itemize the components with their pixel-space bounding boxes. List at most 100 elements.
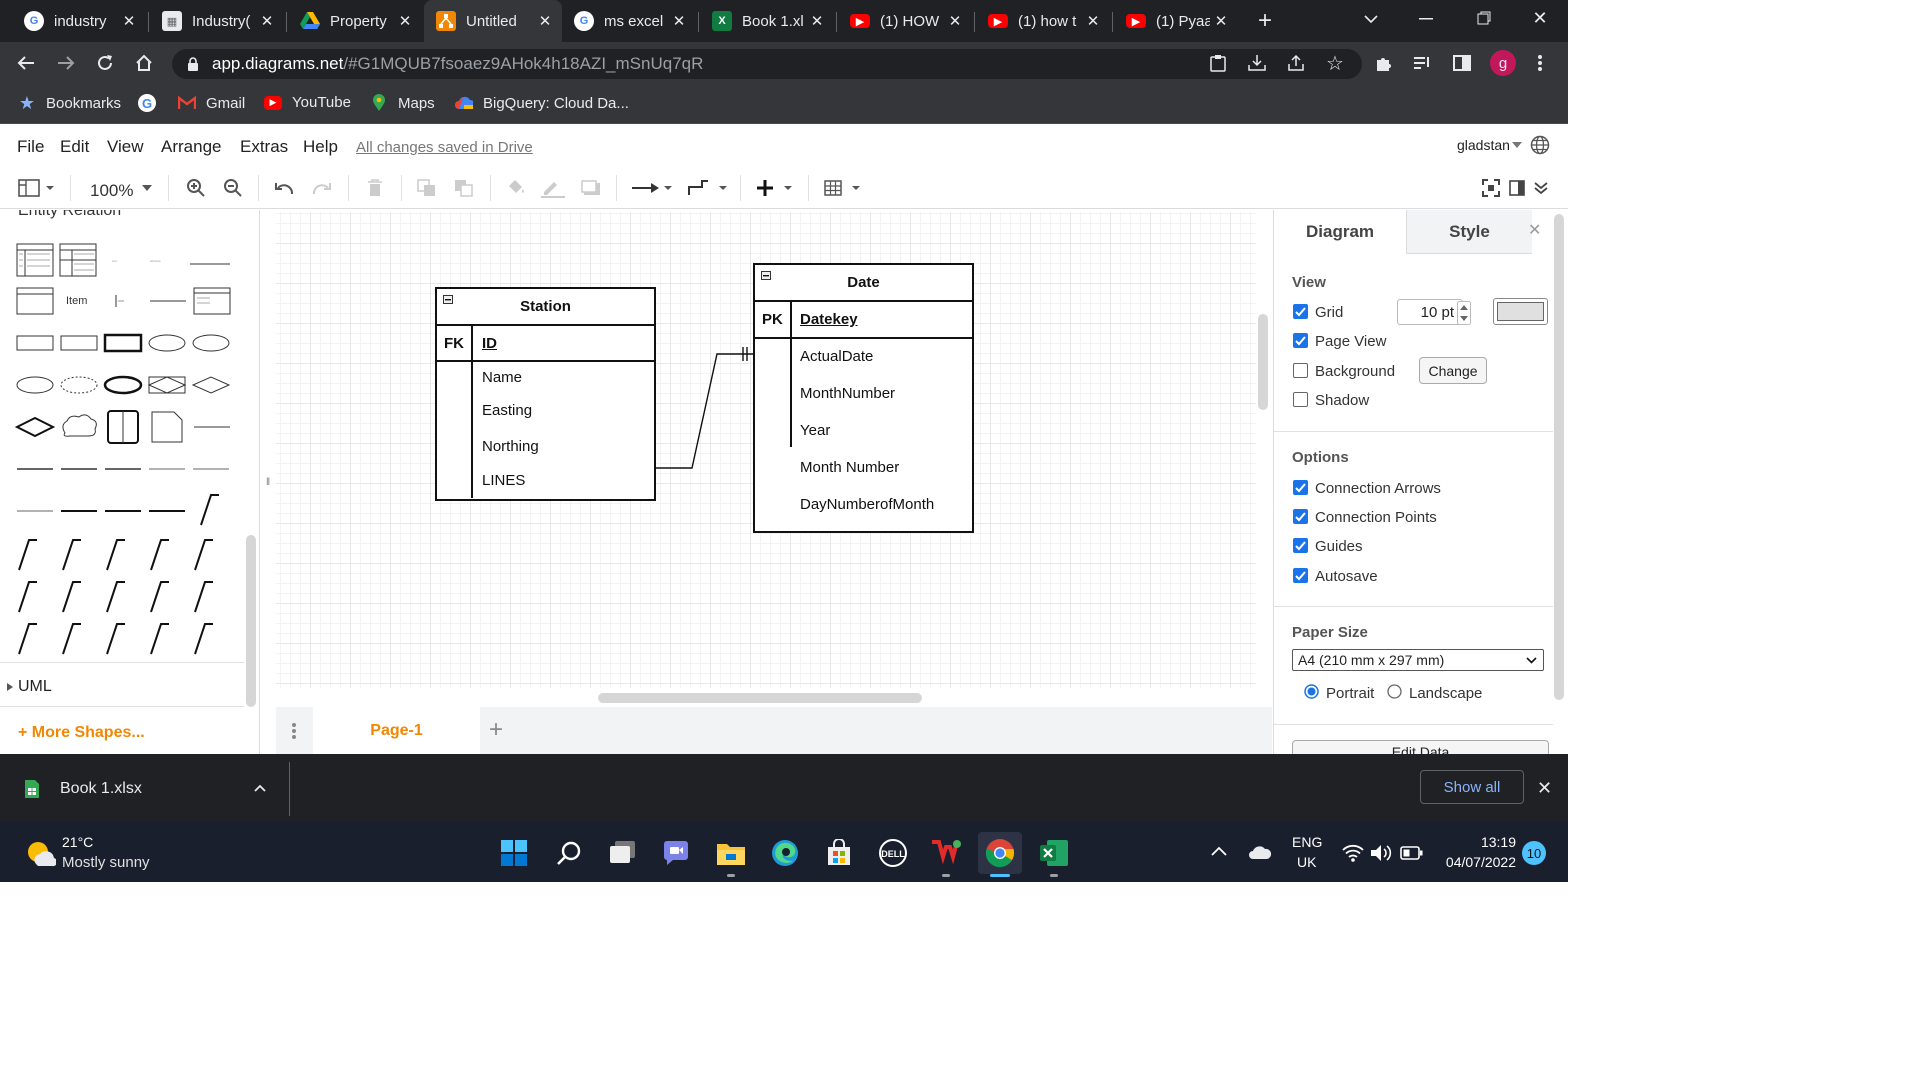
- new-tab-plus-icon[interactable]: +: [1252, 7, 1278, 34]
- wifi-icon[interactable]: [1342, 844, 1364, 862]
- menu-arrange[interactable]: Arrange: [161, 137, 221, 157]
- format-panel-scrollbar[interactable]: [1554, 214, 1564, 700]
- landscape-radio[interactable]: [1387, 684, 1402, 699]
- chrome-browser-icon[interactable]: [983, 836, 1017, 870]
- grid-checkbox[interactable]: [1293, 304, 1308, 319]
- waypoints-elbow-icon[interactable]: [685, 178, 729, 198]
- show-all-downloads-button[interactable]: Show all: [1420, 770, 1524, 804]
- er-relationship-shapes[interactable]: [14, 410, 230, 444]
- taskbar-search-icon[interactable]: [552, 836, 586, 870]
- browser-tab[interactable]: ▶ (1) HOW ✕: [838, 0, 972, 42]
- portrait-radio[interactable]: [1304, 684, 1319, 699]
- redo-icon[interactable]: [311, 178, 333, 198]
- line-color-pencil-icon[interactable]: [540, 178, 566, 198]
- zoom-dropdown-caret-icon[interactable]: [140, 178, 154, 198]
- uml-library-header[interactable]: UML: [6, 678, 52, 696]
- item-shape-label[interactable]: Item: [66, 295, 87, 307]
- close-download-shelf-icon[interactable]: ✕: [1537, 778, 1552, 799]
- canvas-horizontal-scrollbar[interactable]: [598, 693, 922, 703]
- close-tab-icon[interactable]: ✕: [1210, 10, 1232, 32]
- close-tab-icon[interactable]: ✕: [256, 10, 278, 32]
- volume-speaker-icon[interactable]: [1370, 844, 1392, 862]
- clipboard-icon[interactable]: [1207, 52, 1229, 74]
- collapse-toolbar-chevron-icon[interactable]: [1530, 178, 1552, 198]
- entity-relation-shapes[interactable]: text attribute Item: [10, 240, 240, 660]
- close-tab-icon[interactable]: ✕: [118, 10, 140, 32]
- zoom-in-icon[interactable]: [185, 178, 207, 198]
- download-options-chevron-icon[interactable]: [254, 784, 266, 792]
- fullscreen-icon[interactable]: [1480, 178, 1502, 198]
- file-explorer-icon[interactable]: [714, 836, 748, 870]
- battery-icon[interactable]: [1400, 845, 1424, 861]
- microsoft-store-icon[interactable]: [822, 836, 856, 870]
- bookmark-bookmarks[interactable]: ★ Bookmarks: [18, 93, 121, 113]
- bookmark-maps[interactable]: Maps: [370, 94, 435, 112]
- undo-icon[interactable]: [273, 178, 295, 198]
- page-tab-active[interactable]: Page-1: [313, 707, 480, 754]
- close-panel-icon[interactable]: ✕: [1528, 220, 1541, 240]
- delete-trash-icon[interactable]: [364, 178, 386, 198]
- er-table-shape-2[interactable]: [59, 243, 97, 277]
- edit-data-button[interactable]: Edit Data: [1292, 740, 1549, 755]
- browser-tab[interactable]: ▦ Industry( ✕: [150, 0, 284, 42]
- profile-avatar[interactable]: g: [1490, 50, 1516, 76]
- zoom-level[interactable]: 100%: [90, 181, 133, 201]
- close-tab-icon[interactable]: ✕: [394, 10, 416, 32]
- close-tab-icon[interactable]: ✕: [944, 10, 966, 32]
- edge-browser-icon[interactable]: [768, 836, 802, 870]
- connection-style-arrow-icon[interactable]: [630, 178, 674, 198]
- media-queue-icon[interactable]: [1411, 52, 1433, 74]
- er-list-shape[interactable]: [16, 287, 54, 315]
- grid-size-input[interactable]: 10 pt: [1397, 299, 1463, 325]
- connection-points-checkbox[interactable]: [1293, 509, 1308, 524]
- close-tab-icon[interactable]: ✕: [1082, 10, 1104, 32]
- more-shapes-button[interactable]: + More Shapes...: [18, 724, 145, 742]
- tab-style[interactable]: Style: [1406, 210, 1532, 254]
- er-small-text-shapes[interactable]: text attribute: [112, 259, 230, 265]
- add-page-plus-icon[interactable]: +: [489, 718, 503, 742]
- reload-icon[interactable]: [93, 51, 117, 75]
- to-back-icon[interactable]: [453, 178, 475, 198]
- language-region[interactable]: UK: [1297, 854, 1316, 870]
- pages-menu-kebab-icon[interactable]: [291, 721, 297, 741]
- notification-count-badge[interactable]: 10: [1522, 841, 1546, 865]
- excel-app-icon[interactable]: [1037, 836, 1071, 870]
- side-panel-icon[interactable]: [1451, 52, 1473, 74]
- zoom-out-icon[interactable]: [222, 178, 244, 198]
- shadow-checkbox[interactable]: [1293, 392, 1308, 407]
- guides-checkbox[interactable]: [1293, 538, 1308, 553]
- save-status-link[interactable]: All changes saved in Drive: [356, 139, 533, 156]
- er-table-shape[interactable]: [16, 243, 54, 277]
- fill-color-bucket-icon[interactable]: [504, 178, 528, 198]
- clock-time[interactable]: 13:19: [1474, 834, 1516, 850]
- date-entity[interactable]: Date PK Datekey ActualDate MonthNumber Y…: [753, 263, 974, 533]
- er-crowsfoot-connectors[interactable]: [18, 539, 213, 655]
- to-front-icon[interactable]: [416, 178, 438, 198]
- close-tab-icon[interactable]: ✕: [668, 10, 690, 32]
- weather-sun-icon[interactable]: [24, 838, 56, 868]
- background-checkbox[interactable]: [1293, 363, 1308, 378]
- user-dropdown-caret-icon[interactable]: [1512, 142, 1522, 148]
- home-icon[interactable]: [132, 51, 156, 75]
- bookmark-youtube[interactable]: ▶ YouTube: [264, 94, 351, 111]
- extensions-puzzle-icon[interactable]: [1373, 52, 1395, 74]
- clock-date[interactable]: 04/07/2022: [1436, 854, 1516, 870]
- grid-color-button[interactable]: [1493, 298, 1548, 325]
- station-entity[interactable]: Station FK ID Name Easting Northing LINE…: [435, 287, 656, 501]
- browser-tab[interactable]: ▶ (1) how t ✕: [976, 0, 1110, 42]
- paper-size-select[interactable]: A4 (210 mm x 297 mm): [1292, 649, 1544, 671]
- toggle-format-panel-icon[interactable]: [1506, 178, 1528, 198]
- user-name[interactable]: gladstan: [1457, 137, 1510, 153]
- er-attribute-shapes[interactable]: [16, 375, 231, 395]
- shadow-icon[interactable]: [579, 178, 603, 198]
- bookmark-google[interactable]: G: [138, 94, 166, 112]
- window-close-icon[interactable]: ✕: [1528, 6, 1552, 30]
- insert-table-grid-icon[interactable]: [822, 178, 864, 198]
- install-download-icon[interactable]: [1246, 52, 1268, 74]
- language-code[interactable]: ENG: [1292, 834, 1322, 850]
- autosave-checkbox[interactable]: [1293, 568, 1308, 583]
- er-relation-lines-row-2[interactable]: [17, 494, 219, 526]
- browser-tab[interactable]: ▶ (1) Pyaar ✕: [1114, 0, 1238, 42]
- teams-chat-icon[interactable]: [659, 836, 693, 870]
- close-tab-icon[interactable]: ✕: [534, 10, 556, 32]
